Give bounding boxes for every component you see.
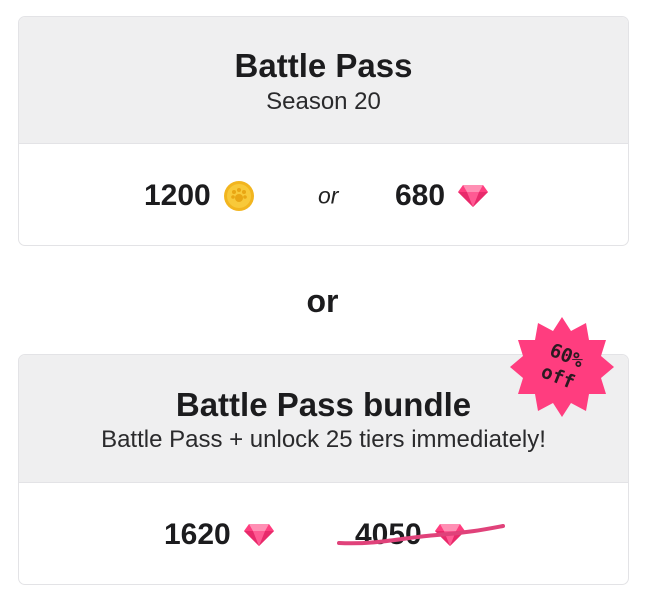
- or-separator: or: [318, 182, 339, 208]
- gem-price-option[interactable]: 680: [395, 178, 489, 212]
- bundle-gem-price-option[interactable]: 1620: [164, 517, 275, 551]
- coin-icon: [223, 180, 255, 212]
- gem-price: 680: [395, 178, 446, 212]
- battle-pass-season: Season 20: [266, 88, 381, 115]
- bundle-description: Battle Pass + unlock 25 tiers immediatel…: [101, 426, 546, 453]
- bundle-price-row: 1620 4050: [19, 483, 628, 584]
- battle-pass-card[interactable]: Battle Pass Season 20 1200 or 680: [18, 16, 629, 246]
- bundle-gem-price: 1620: [164, 517, 231, 551]
- coin-price: 1200: [144, 178, 211, 212]
- coin-price-option[interactable]: 1200: [144, 180, 255, 212]
- gem-icon: [457, 184, 489, 208]
- gem-icon: [243, 523, 275, 547]
- price-strikethrough: [337, 524, 505, 546]
- battle-pass-price-row: 1200 or 680: [19, 144, 628, 245]
- discount-badge: 60% off: [510, 315, 614, 419]
- battle-pass-title: Battle Pass: [234, 47, 413, 84]
- battle-pass-header: Battle Pass Season 20: [19, 17, 628, 144]
